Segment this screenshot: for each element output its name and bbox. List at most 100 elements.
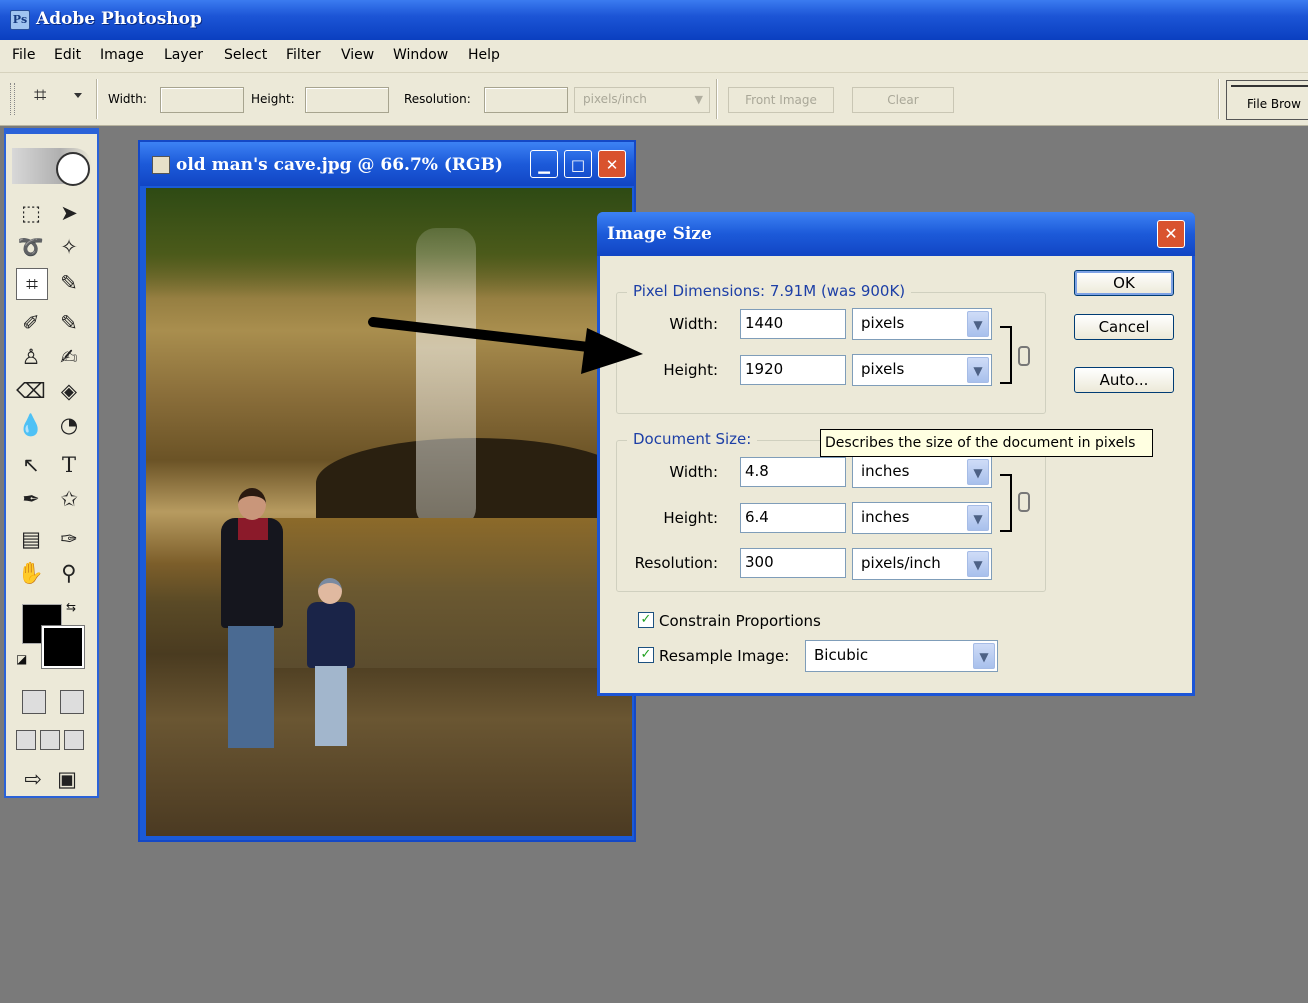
resample-method-select[interactable]: Bicubic ▼ — [805, 640, 998, 672]
tool-preset-caret-icon[interactable] — [74, 93, 82, 98]
front-image-button[interactable]: Front Image — [728, 87, 834, 113]
lasso-tool-icon[interactable]: ➰ — [16, 232, 46, 262]
ok-button[interactable]: OK — [1074, 270, 1174, 296]
menu-help[interactable]: Help — [468, 47, 500, 63]
hand-tool-icon[interactable]: ✋ — [16, 558, 46, 588]
pixel-height-input[interactable]: 1920 — [740, 355, 846, 385]
jump-to-imageready-icon[interactable]: ⇨ — [18, 764, 48, 794]
height-label: Height: — [251, 92, 295, 106]
photo-adult-head — [238, 488, 266, 520]
options-separator — [96, 79, 97, 119]
doc-width-unit-select[interactable]: inches ▼ — [852, 456, 992, 488]
crop-resolution-input[interactable] — [484, 87, 568, 113]
menu-edit[interactable]: Edit — [54, 47, 81, 63]
pixel-height-unit-select[interactable]: pixels ▼ — [852, 354, 992, 386]
resolution-input[interactable]: 300 — [740, 548, 846, 578]
menu-file[interactable]: File — [12, 47, 35, 63]
pixel-dimensions-legend: Pixel Dimensions: 7.91M (was 900K) — [627, 282, 912, 300]
background-color-swatch[interactable] — [41, 625, 85, 669]
history-brush-tool-icon[interactable]: ✍ — [54, 342, 84, 372]
document-titlebar[interactable]: old man's cave.jpg @ 66.7% (RGB) ▁ □ ✕ — [140, 142, 634, 186]
chain-link-icon — [1018, 492, 1030, 512]
pen-tool-icon[interactable]: ✒ — [16, 484, 46, 514]
dialog-titlebar[interactable]: Image Size ✕ — [597, 212, 1195, 256]
chevron-down-icon: ▼ — [967, 459, 989, 485]
document-size-legend: Document Size: — [627, 430, 758, 448]
doc-width-input[interactable]: 4.8 — [740, 457, 846, 487]
custom-shape-tool-icon[interactable]: ✩ — [54, 484, 84, 514]
document-image[interactable] — [146, 188, 632, 836]
close-icon[interactable]: ✕ — [1157, 220, 1185, 248]
screen-mode-standard-icon[interactable] — [16, 730, 36, 750]
healing-brush-tool-icon[interactable]: ✐ — [16, 308, 46, 338]
doc-width-unit-value: inches — [861, 462, 910, 480]
chevron-down-icon: ▼ — [967, 311, 989, 337]
dialog-body: Pixel Dimensions: 7.91M (was 900K) Width… — [600, 256, 1192, 693]
screen-mode-full-menu-icon[interactable] — [40, 730, 60, 750]
resample-image-checkbox[interactable]: ✓ — [638, 647, 654, 663]
eraser-tool-icon[interactable]: ⌫ — [16, 376, 46, 406]
auto-button[interactable]: Auto... — [1074, 367, 1174, 393]
menubar: File Edit Image Layer Select Filter View… — [0, 40, 1308, 73]
menu-filter[interactable]: Filter — [286, 47, 321, 63]
doc-height-input[interactable]: 6.4 — [740, 503, 846, 533]
move-tool-icon[interactable]: ➤ — [54, 198, 84, 228]
menu-window[interactable]: Window — [393, 47, 448, 63]
menu-select[interactable]: Select — [224, 47, 267, 63]
constrain-proportions-label: Constrain Proportions — [659, 612, 821, 630]
toolbox-logo[interactable] — [12, 148, 92, 186]
dodge-tool-icon[interactable]: ◔ — [54, 410, 84, 440]
pixel-width-input[interactable]: 1440 — [740, 309, 846, 339]
constrain-proportions-checkbox[interactable]: ✓ — [638, 612, 654, 628]
pixel-height-unit-value: pixels — [861, 360, 905, 378]
imageready-icon[interactable]: ▣ — [52, 764, 82, 794]
magic-wand-tool-icon[interactable]: ✧ — [54, 232, 84, 262]
crop-width-input[interactable] — [160, 87, 244, 113]
file-browser-button[interactable]: File Brow — [1226, 80, 1308, 120]
close-icon[interactable]: ✕ — [598, 150, 626, 178]
options-bar-grip[interactable] — [10, 83, 15, 115]
paint-bucket-tool-icon[interactable]: ◈ — [54, 376, 84, 406]
minimize-icon[interactable]: ▁ — [530, 150, 558, 178]
resample-image-label: Resample Image: — [659, 647, 790, 665]
resample-method-value: Bicubic — [814, 646, 869, 664]
menu-view[interactable]: View — [341, 47, 374, 63]
photo-adult — [216, 488, 286, 758]
quick-mask-mode-icon[interactable] — [60, 690, 84, 714]
resolution-unit-value: pixels/inch — [861, 554, 941, 572]
notes-tool-icon[interactable]: ▤ — [16, 524, 46, 554]
slice-tool-icon[interactable]: ✎ — [54, 268, 84, 298]
swap-colors-icon[interactable]: ⇆ — [66, 600, 76, 614]
crop-height-input[interactable] — [305, 87, 389, 113]
options-bar: ⌗ Width: Height: Resolution: pixels/inch… — [0, 73, 1308, 126]
brush-tool-icon[interactable]: ✎ — [54, 308, 84, 338]
clear-button[interactable]: Clear — [852, 87, 954, 113]
standard-mode-icon[interactable] — [22, 690, 46, 714]
resolution-unit-select[interactable]: pixels/inch ▼ — [852, 548, 992, 580]
doc-height-label: Height: — [663, 509, 718, 527]
clone-stamp-tool-icon[interactable]: ♙ — [16, 342, 46, 372]
eye-logo-icon — [56, 152, 90, 186]
type-tool-icon[interactable]: T — [54, 450, 84, 480]
crop-tool-icon[interactable]: ⌗ — [16, 268, 48, 300]
marquee-tool-icon[interactable]: ⬚ — [16, 198, 46, 228]
resolution-unit-value: pixels/inch — [583, 92, 647, 106]
menu-layer[interactable]: Layer — [164, 47, 203, 63]
photoshop-logo-icon: Ps — [10, 10, 30, 30]
document-icon — [152, 156, 170, 174]
resolution-label: Resolution: — [634, 554, 718, 572]
path-selection-tool-icon[interactable]: ↖ — [16, 450, 46, 480]
eyedropper-tool-icon[interactable]: ✑ — [54, 524, 84, 554]
screen-mode-full-icon[interactable] — [64, 730, 84, 750]
cancel-button[interactable]: Cancel — [1074, 314, 1174, 340]
doc-height-unit-select[interactable]: inches ▼ — [852, 502, 992, 534]
zoom-tool-icon[interactable]: ⚲ — [54, 558, 84, 588]
blur-tool-icon[interactable]: 💧 — [16, 410, 46, 440]
default-colors-icon[interactable]: ◪ — [16, 652, 27, 666]
menu-image[interactable]: Image — [100, 47, 144, 63]
crop-tool-icon[interactable]: ⌗ — [34, 83, 64, 113]
resolution-unit-select[interactable]: pixels/inch ▼ — [574, 87, 710, 113]
maximize-icon[interactable]: □ — [564, 150, 592, 178]
photo-adult-legs — [228, 626, 274, 748]
pixel-width-unit-select[interactable]: pixels ▼ — [852, 308, 992, 340]
